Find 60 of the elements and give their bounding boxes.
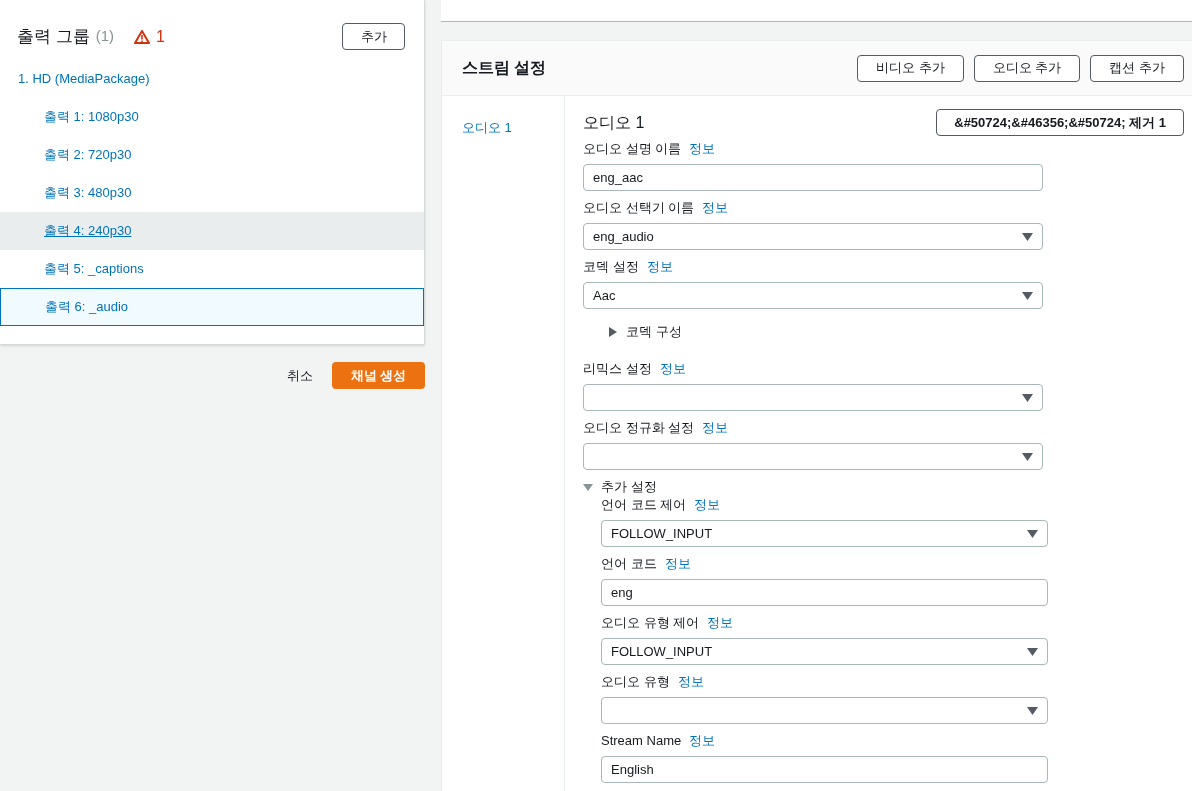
stream-nav-link[interactable]: 오디오 1 [462, 118, 564, 138]
output-item[interactable]: 출력 6: _audio [0, 288, 424, 326]
caret-down-icon [1022, 393, 1033, 402]
field-label: 오디오 선택기 이름 [583, 199, 695, 218]
info-link[interactable]: 정보 [664, 554, 691, 574]
field-label: 오디오 유형 [601, 673, 670, 692]
select-field[interactable]: FOLLOW_INPUT [601, 638, 1048, 665]
audio-title: 오디오 1 [583, 112, 645, 133]
select-field[interactable] [583, 384, 1043, 411]
field-label: 코덱 설정 [583, 258, 639, 277]
add-button[interactable]: 추가 [342, 23, 405, 50]
select-field[interactable]: FOLLOW_INPUT [601, 520, 1048, 547]
field-label: 언어 코드 제어 [601, 496, 687, 515]
add-stream-button[interactable]: 오디오 추가 [973, 54, 1081, 82]
info-link[interactable]: 정보 [694, 495, 721, 515]
output-item[interactable]: 출력 4: 240p30 [0, 212, 424, 250]
cancel-button[interactable]: 취소 [286, 365, 314, 386]
select-field[interactable]: Aac [583, 282, 1043, 309]
info-link[interactable]: 정보 [689, 731, 716, 751]
field-label: 리믹스 설정 [583, 360, 652, 379]
info-link[interactable]: 정보 [659, 359, 686, 379]
text-field[interactable]: eng_aac [583, 164, 1043, 191]
output-item[interactable]: 출력 5: _captions [0, 250, 424, 288]
section-title: 스트림 설정 [462, 58, 547, 78]
expander-toggle[interactable]: 추가 설정 [601, 477, 657, 497]
select-field[interactable]: eng_audio [583, 223, 1043, 250]
select-field[interactable] [583, 443, 1043, 470]
info-link[interactable]: 정보 [677, 672, 704, 692]
caret-down-icon [1027, 706, 1038, 715]
output-item[interactable]: 출력 1: 1080p30 [0, 98, 424, 136]
create-channel-button[interactable]: 채널 생성 [332, 362, 425, 389]
warning-icon [134, 29, 151, 44]
caret-down-icon [1022, 232, 1033, 241]
add-stream-button[interactable]: 캡션 추가 [1090, 54, 1184, 82]
caret-down-icon [1022, 291, 1033, 300]
field-label: Stream Name [601, 732, 682, 751]
info-link[interactable]: 정보 [689, 139, 716, 159]
field-label: 오디오 유형 제어 [601, 614, 700, 633]
remove-audio-button[interactable]: &#50724;&#46356;&#50724; 제거 1 [936, 109, 1184, 136]
group-count: (1) [95, 26, 115, 47]
warning-count: 1 [156, 26, 165, 47]
text-field[interactable]: English [601, 756, 1048, 783]
panel-title: 출력 그룹 [17, 25, 90, 48]
info-link[interactable]: 정보 [702, 418, 729, 438]
caret-down-icon [1022, 452, 1033, 461]
field-label: 오디오 설명 이름 [583, 140, 682, 159]
info-link[interactable]: 정보 [707, 613, 734, 633]
output-group-link[interactable]: 1. HD (MediaPackage) [18, 69, 150, 89]
output-item[interactable]: 출력 2: 720p30 [0, 136, 424, 174]
caret-down-icon [1027, 529, 1038, 538]
field-label: 오디오 정규화 설정 [583, 419, 695, 438]
expander-toggle[interactable]: 코덱 구성 [626, 322, 682, 342]
info-link[interactable]: 정보 [702, 198, 729, 218]
add-stream-button[interactable]: 비디오 추가 [857, 54, 964, 82]
info-link[interactable]: 정보 [646, 257, 673, 277]
caret-down-icon [1027, 647, 1038, 656]
field-label: 언어 코드 [601, 555, 657, 574]
select-field[interactable] [601, 697, 1048, 724]
output-item[interactable]: 출력 3: 480p30 [0, 174, 424, 212]
text-field[interactable]: eng [601, 579, 1048, 606]
